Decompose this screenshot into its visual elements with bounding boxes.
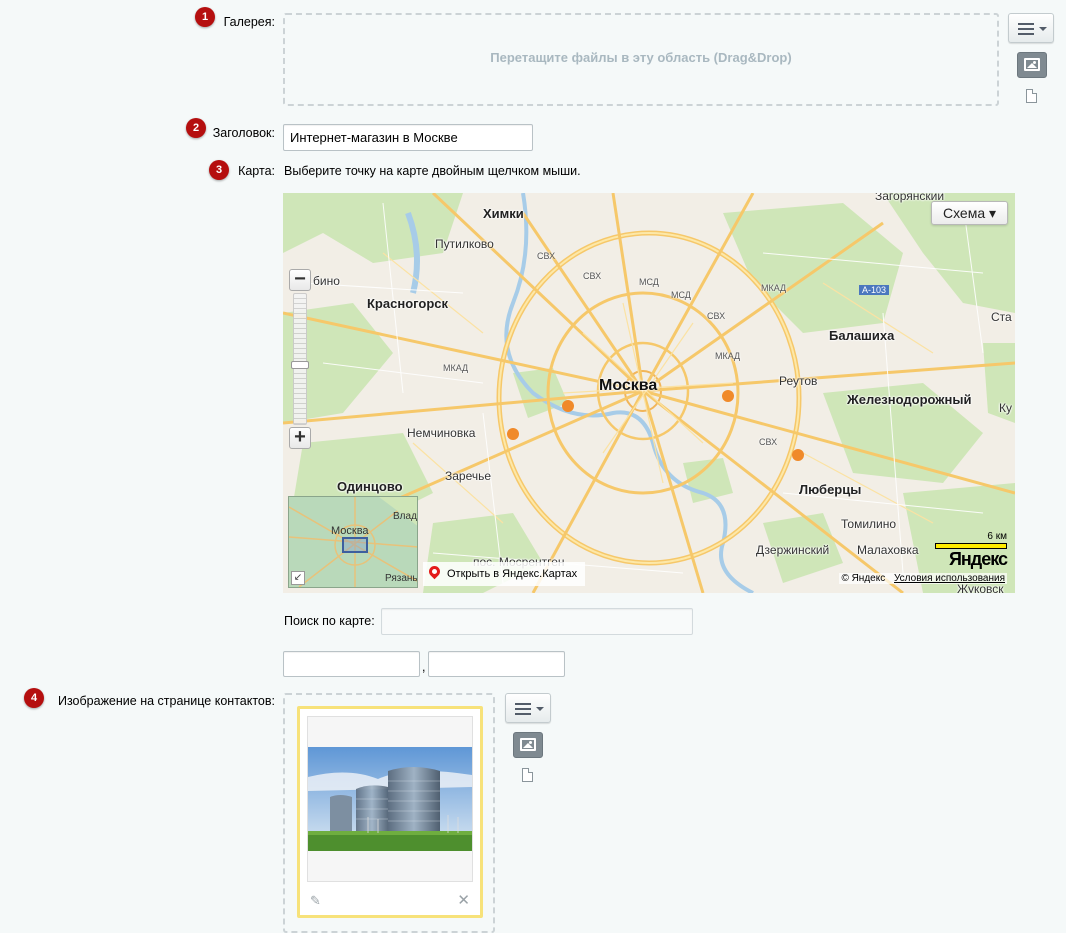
map-scale: 6 км [935, 531, 1007, 549]
map-label-dzerzhinsky: Дзержинский [756, 543, 830, 557]
contact-image-mode-button[interactable] [513, 732, 543, 758]
gallery-menu-button[interactable] [1008, 13, 1054, 43]
map-label-lyubertsy: Люберцы [799, 482, 862, 497]
hamburger-menu-icon [1018, 23, 1034, 38]
map-copyright-text: © Яндекс [841, 573, 886, 584]
map-road-svh-2: СВХ [583, 271, 602, 281]
contact-image-thumbnail[interactable] [307, 716, 473, 882]
latitude-input[interactable] [283, 651, 420, 677]
map-label-nemchinovka: Немчиновка [407, 426, 476, 440]
gallery-dropzone[interactable]: Перетащите файлы в эту область (Drag&Dro… [283, 13, 999, 106]
map-road-svh-4: СВХ [759, 437, 778, 447]
gallery-image-mode-button[interactable] [1017, 52, 1047, 78]
map-copyright: © Яндекс Условия использования [839, 573, 1007, 584]
map-label: Карта: [238, 164, 275, 178]
map-road-mkad-2: МКАД [443, 363, 469, 373]
image-icon [1024, 58, 1040, 71]
hamburger-menu-icon [515, 703, 531, 718]
map-label-krasnogorsk: Красногорск [367, 296, 448, 311]
map-scale-label: 6 км [987, 531, 1007, 542]
open-in-yandex-maps-text: Открыть в Яндекс.Картах [447, 568, 578, 580]
map-label-moscow: Москва [599, 377, 658, 394]
gallery-file-mode-icon[interactable] [1026, 89, 1037, 103]
collapse-arrow-icon[interactable]: ↙ [291, 571, 305, 585]
zoom-in-button[interactable]: + [289, 427, 311, 449]
gallery-number-badge: 1 [195, 7, 215, 27]
map-label-malakhovka: Малаховка [857, 543, 919, 557]
yandex-logo: Яндекс [948, 549, 1008, 569]
map-label-odintsovo: Одинцово [337, 479, 403, 494]
yandex-map[interactable]: Химки Путилково Загорянский бино Красног… [283, 193, 1015, 593]
map-road-mkad-1: МКАД [761, 283, 787, 293]
map-zoom-control[interactable]: − + [289, 269, 311, 449]
minimap-viewport[interactable] [342, 537, 368, 553]
map-road-mkad-3: МКАД [715, 351, 741, 361]
longitude-input[interactable] [428, 651, 565, 677]
map-road-msd: МСД [639, 277, 659, 287]
contact-image-card[interactable]: ✎ ✕ [297, 706, 483, 918]
contact-image-label: Изображение на странице контактов: [57, 694, 275, 708]
chevron-down-icon [1039, 27, 1047, 31]
map-label-bino: бино [313, 274, 340, 288]
building-photo [308, 747, 472, 851]
map-number-badge: 3 [209, 160, 229, 180]
title-number-badge: 2 [186, 118, 206, 138]
pencil-icon[interactable]: ✎ [310, 893, 321, 909]
map-road-a103: А-103 [859, 285, 890, 295]
map-label-sta: Ста [991, 310, 1012, 324]
map-label-khimki: Химки [483, 206, 524, 221]
open-in-yandex-maps-link[interactable]: Открыть в Яндекс.Картах [423, 562, 586, 586]
map-hint: Выберите точку на карте двойным щелчком … [284, 164, 581, 178]
map-label-putilkovo: Путилково [435, 237, 494, 251]
contact-image-number-badge: 4 [24, 688, 44, 708]
map-label-ku: Ку [999, 401, 1012, 415]
title-label: Заголовок: [212, 126, 275, 140]
map-terms-link[interactable]: Условия использования [894, 573, 1005, 584]
map-label-zarechye: Заречье [445, 469, 492, 483]
contact-image-menu-button[interactable] [505, 693, 551, 723]
minimap-label-ryazan: Рязань [385, 573, 418, 584]
image-icon [520, 738, 536, 751]
map-type-button[interactable]: Схема ▾ [931, 201, 1008, 225]
zoom-slider-track[interactable] [293, 293, 307, 425]
map-label-balashikha: Балашиха [829, 328, 895, 343]
coordinates-separator: , [422, 660, 426, 674]
map-minimap[interactable]: Москва Влади Рязань ↙ [288, 496, 418, 588]
map-pin-icon [426, 563, 443, 580]
title-input[interactable] [283, 124, 533, 151]
zoom-out-button[interactable]: − [289, 269, 311, 291]
map-label-tomilino: Томилино [841, 517, 897, 531]
map-label-reutov: Реутов [779, 374, 818, 388]
map-road-svh-1: СВХ [537, 251, 556, 261]
zoom-slider-thumb[interactable] [291, 361, 309, 370]
gallery-dropzone-text: Перетащите файлы в эту область (Drag&Dro… [490, 50, 792, 65]
map-search-input[interactable] [381, 608, 693, 635]
map-road-svh-3: СВХ [707, 311, 726, 321]
chevron-down-icon [536, 707, 544, 711]
minimap-label-vlad: Влади [393, 511, 417, 522]
map-search-label: Поиск по карте: [284, 614, 375, 628]
close-icon[interactable]: ✕ [457, 891, 470, 909]
map-label-zheleznodorozhny: Железнодорожный [847, 392, 972, 407]
minimap-label-moscow: Москва [331, 525, 369, 537]
map-road-msd-2: МСД [671, 290, 691, 300]
gallery-label: Галерея: [223, 15, 275, 29]
contact-file-mode-icon[interactable] [522, 768, 533, 782]
